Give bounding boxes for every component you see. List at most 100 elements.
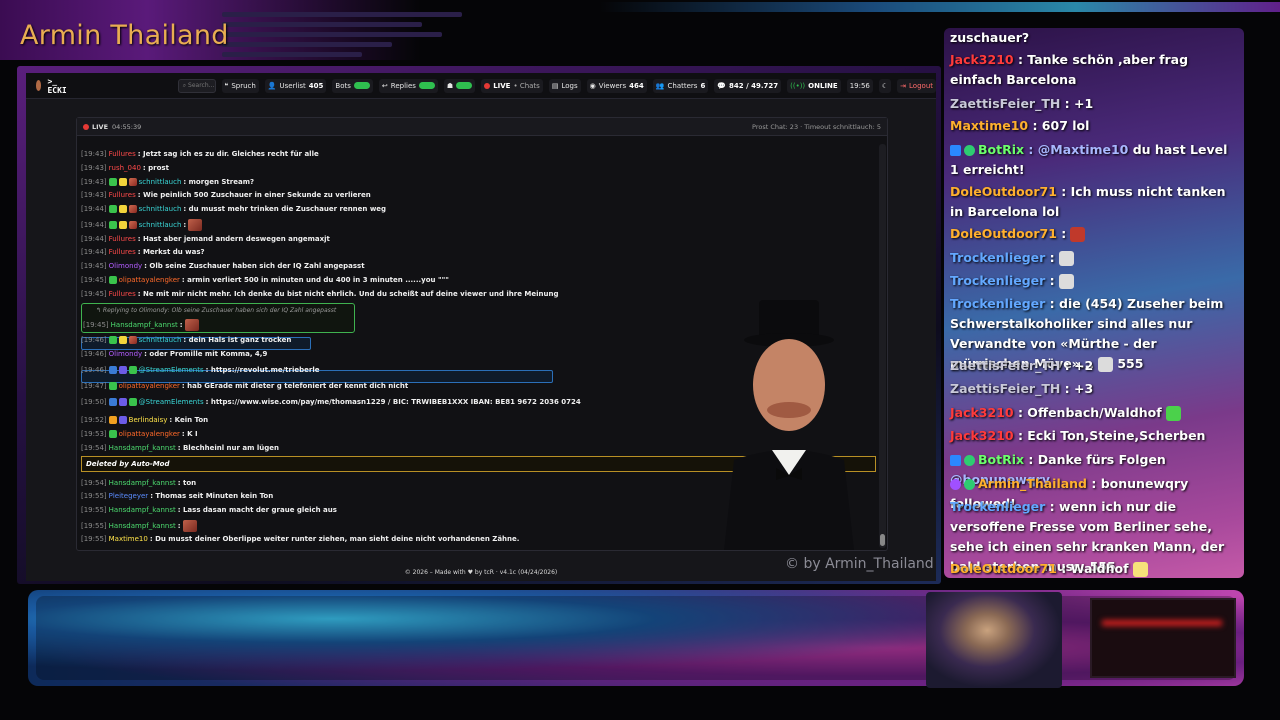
chat-badge-icon — [108, 205, 117, 213]
live-chats-button[interactable]: LIVE • Chats — [481, 78, 543, 93]
chat-badge-icon — [118, 178, 127, 186]
logout-icon: ⇥ — [900, 81, 907, 90]
overlay-chat-username: Jack3210 — [950, 405, 1014, 420]
chat-badge-icon — [118, 366, 127, 374]
chat-badge-icon — [118, 416, 127, 424]
decor-stripe — [222, 22, 422, 27]
chat-username[interactable]: Fullures — [109, 290, 136, 298]
chat-message-text: : https://www.wise.com/pay/me/thomasn122… — [205, 398, 581, 406]
bots-toggle[interactable]: Bots — [332, 78, 373, 93]
overlay-chat-message: ZaettisFeier_TH : +3 — [950, 379, 1238, 399]
chat-username[interactable]: Hansdampf_kannst — [109, 444, 176, 452]
chat-badge-icon — [118, 336, 127, 344]
verified-badge-icon — [964, 479, 975, 490]
chat-username[interactable]: Maxtime10 — [109, 535, 148, 543]
chat-scrollbar[interactable] — [879, 144, 886, 548]
userlist-button[interactable]: 👤 Userlist 405 — [264, 78, 327, 93]
top-navbar: >_ ECKI ⌕ Search... ❝ Spruch 👤 Userlist 405… — [26, 73, 936, 99]
channel-name[interactable]: >_ ECKI — [47, 77, 66, 95]
chat-username[interactable]: @StreamElements — [139, 366, 204, 374]
chat-username[interactable]: olipattayalengker — [119, 430, 180, 438]
chat-badge-icon — [108, 398, 117, 406]
scroll-thumb[interactable] — [880, 534, 885, 546]
chat-username[interactable]: olipattayalengker — [119, 276, 180, 284]
chat-message: [19:46] @StreamElements: https://revolut.… — [81, 366, 319, 374]
decor-stripe — [222, 32, 442, 37]
overlay-chat-username: DoleOutdoor71 — [950, 184, 1057, 199]
chatters-button[interactable]: 👥 Chatters 6 — [652, 78, 709, 93]
chat-message: [19:45] Fullures: Ne mit mir nicht mehr. … — [81, 290, 558, 298]
overlay-chat-message: Trockenlieger : — [950, 248, 1238, 268]
viewers-button[interactable]: ◉ Viewers 464 — [586, 78, 647, 93]
chat-badge-icon — [108, 366, 117, 374]
broadcaster-badge-icon — [950, 479, 961, 490]
sound-toggle[interactable]: ☗ — [443, 78, 476, 93]
emote-icon — [1132, 562, 1148, 577]
chat-message: [19:43] Fullures: Wie peinlich 500 Zuscha… — [81, 191, 371, 199]
chat-username[interactable]: rush_040 — [109, 164, 141, 172]
chat-message-text: : K I — [181, 430, 198, 438]
robot-icon: ☗ — [446, 81, 454, 90]
chat-username[interactable]: Pleitegeyer — [109, 492, 149, 500]
overlay-chat-username: DoleOutdoor71 — [950, 226, 1057, 241]
messages-counter: 💬 842 / 49.727 — [714, 78, 782, 93]
logout-button[interactable]: ⇥ Logout — [897, 78, 936, 93]
logout-label: Logout — [909, 81, 933, 90]
emote-icon — [1070, 227, 1086, 242]
emote-icon — [182, 520, 197, 532]
search-input[interactable]: ⌕ Search... — [177, 78, 216, 93]
chat-message-text: : oder Promille mit Komma, 4,9 — [144, 350, 268, 358]
overlay-chat-text: : +1 — [1060, 96, 1094, 111]
theme-toggle[interactable]: ☾ — [878, 78, 892, 93]
bots-switch[interactable] — [353, 82, 370, 89]
avatar-badge-icon — [128, 178, 137, 186]
chat-message-text: : Wie peinlich 500 Zuschauer in einer Se… — [137, 191, 371, 199]
overlay-chat-text: : Offenbach/Waldhof — [1013, 405, 1162, 420]
chat-username[interactable]: Fullures — [109, 191, 136, 199]
bot-badge-icon — [950, 145, 961, 156]
chat-username[interactable]: Fullures — [109, 150, 136, 158]
chat-username[interactable]: Fullures — [109, 248, 136, 256]
chat-username[interactable]: Hansdampf_kannst — [109, 506, 176, 514]
quote-icon: ❝ — [224, 81, 229, 90]
message-timestamp: [19:43] — [81, 150, 107, 158]
chat-username[interactable]: olipattayalengker — [119, 382, 180, 390]
chat-username[interactable]: @StreamElements — [139, 398, 204, 406]
message-timestamp: [19:44] — [81, 221, 107, 229]
message-timestamp: [19:45] — [81, 262, 107, 270]
chat-message: [19:55] Maxtime10: Du musst deiner Oberli… — [81, 535, 519, 543]
replies-toggle[interactable]: ↩ Replies — [378, 78, 438, 93]
replies-switch[interactable] — [418, 82, 435, 89]
decor-stripe — [222, 42, 392, 47]
message-timestamp: [19:44] — [81, 235, 107, 243]
chat-username[interactable]: schnittlauch — [139, 178, 182, 186]
chat-username[interactable]: Berlindaisy — [129, 416, 168, 424]
document-icon: ▤ — [551, 81, 559, 90]
overlay-chat-username: Jack3210 — [950, 428, 1014, 443]
stream-chat-overlay: zuschauer? Jack3210 : Tanke schön ,aber f… — [944, 28, 1244, 578]
chat-username[interactable]: Hansdampf_kannst — [109, 479, 176, 487]
message-timestamp: [19:55] — [81, 492, 107, 500]
spruch-button[interactable]: ❝ Spruch — [221, 78, 259, 93]
chatters-count: 6 — [700, 81, 706, 90]
chat-message-text: : Thomas seit Minuten kein Ton — [150, 492, 274, 500]
overlay-chat-text: : — [1056, 226, 1067, 241]
chat-message: [19:47] olipattayalengker: hab GErade mit… — [81, 382, 408, 390]
chat-badge-icon — [108, 382, 117, 390]
chat-message: [19:54] Hansdampf_kannst: Blechheinl nur … — [81, 444, 279, 452]
chat-message-text: : prost — [142, 164, 169, 172]
logs-label: Logs — [561, 81, 578, 90]
chat-username[interactable]: schnittlauch — [139, 221, 182, 229]
chat-username[interactable]: Hansdampf_kannst — [111, 321, 178, 329]
chat-username[interactable]: Fullures — [109, 235, 136, 243]
sound-switch[interactable] — [456, 82, 473, 89]
chat-username[interactable]: schnittlauch — [139, 205, 182, 213]
chat-username[interactable]: Hansdampf_kannst — [109, 522, 176, 530]
overlay-chat-text: : Ecki Ton,Steine,Scherben — [1013, 428, 1206, 443]
overlay-chat-message: DoleOutdoor71 : — [950, 224, 1238, 244]
logs-button[interactable]: ▤ Logs — [548, 78, 581, 93]
chat-username[interactable]: Olimondy — [109, 350, 143, 358]
chat-username[interactable]: schnittlauch — [139, 336, 182, 344]
chat-username[interactable]: Olimondy — [109, 262, 143, 270]
overlay-chat-text: : +2 — [1060, 358, 1094, 373]
